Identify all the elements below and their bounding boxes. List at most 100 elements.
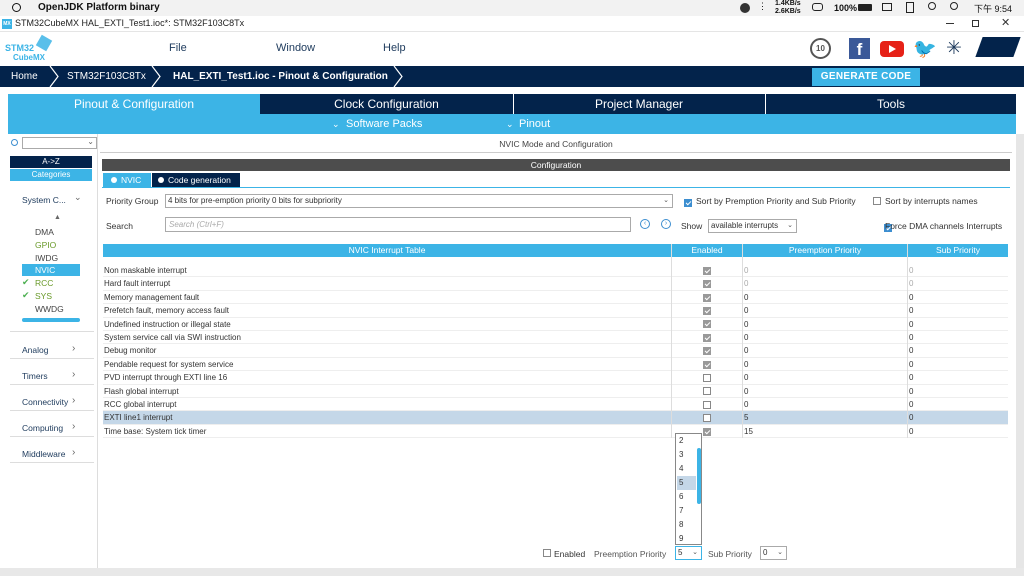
breadcrumb-home[interactable]: Home <box>11 66 38 87</box>
menu-help[interactable]: Help <box>383 42 406 54</box>
table-row[interactable]: RCC global interrupt 0 0 <box>103 398 1008 412</box>
category-search-input[interactable]: ⌄ <box>22 137 97 149</box>
subpriority-value[interactable]: 0 <box>909 398 913 411</box>
sidebar-item-sys[interactable]: SYS <box>35 291 52 301</box>
categories-button[interactable]: Categories <box>10 169 92 181</box>
network-share-icon[interactable]: ✳ <box>946 37 962 60</box>
enabled-checkbox[interactable] <box>703 427 711 436</box>
table-row[interactable]: PVD interrupt through EXTI line 16 0 0 <box>103 371 1008 385</box>
preemption-value[interactable]: 0 <box>744 358 748 371</box>
subpriority-value[interactable]: 0 <box>909 425 913 438</box>
enabled-checkbox[interactable] <box>703 374 711 383</box>
dropdown-option[interactable]: 3 <box>677 448 696 462</box>
table-row[interactable]: Hard fault interrupt 0 0 <box>103 277 1008 291</box>
table-row[interactable]: Pendable request for system service 0 0 <box>103 358 1008 372</box>
pinout-menu[interactable]: Pinout <box>519 114 550 134</box>
preemption-value[interactable]: 0 <box>744 304 748 317</box>
table-row[interactable]: Prefetch fault, memory access fault 0 0 <box>103 304 1008 318</box>
search-prev-icon[interactable]: ‹ <box>640 219 650 229</box>
sort-preempt-checkbox[interactable] <box>684 198 692 207</box>
group-system-core[interactable]: System C... <box>22 195 66 205</box>
dropdown-option[interactable]: 2 <box>677 434 696 448</box>
subpriority-value[interactable]: 0 <box>909 358 913 371</box>
dropdown-option[interactable]: 8 <box>677 518 696 532</box>
table-row[interactable]: Undefined instruction or illegal state 0 0 <box>103 318 1008 331</box>
table-row[interactable]: Non maskable interrupt 0 0 <box>103 264 1008 278</box>
sidebar-item-iwdg[interactable]: IWDG <box>35 253 58 263</box>
group-computing[interactable]: Computing <box>22 423 63 433</box>
enabled-cell[interactable] <box>703 398 717 411</box>
sidebar-item-dma[interactable]: DMA <box>35 227 54 237</box>
tab-code-generation[interactable]: Code generation <box>152 173 240 187</box>
table-row[interactable]: Memory management fault 0 0 <box>103 291 1008 305</box>
twitter-icon[interactable]: 🐦 <box>913 37 937 61</box>
enabled-checkbox[interactable] <box>703 333 711 342</box>
table-row[interactable]: Flash global interrupt 0 0 <box>103 385 1008 398</box>
subpriority-value[interactable]: 0 <box>909 264 913 277</box>
table-row[interactable]: Time base: System tick timer 15 0 <box>103 425 1008 439</box>
enabled-checkbox[interactable] <box>703 400 711 409</box>
enabled-checkbox[interactable] <box>703 307 711 316</box>
subpriority-value[interactable]: 0 <box>909 277 913 290</box>
preemption-value[interactable]: 0 <box>744 371 748 384</box>
sort-az-button[interactable]: A->Z <box>10 156 92 168</box>
enabled-checkbox[interactable] <box>703 360 711 369</box>
preemption-value[interactable]: 0 <box>744 318 748 331</box>
subpriority-value[interactable]: 0 <box>909 318 913 331</box>
subpriority-value[interactable]: 0 <box>909 385 913 398</box>
minimize-icon[interactable] <box>946 23 954 24</box>
subpriority-value[interactable]: 0 <box>909 304 913 317</box>
search-next-icon[interactable]: › <box>661 219 671 229</box>
enabled-checkbox[interactable] <box>703 387 711 396</box>
youtube-icon[interactable] <box>880 41 904 57</box>
preemption-value[interactable]: 0 <box>744 264 748 277</box>
facebook-icon[interactable]: f <box>849 38 870 59</box>
enabled-cell[interactable] <box>703 425 717 438</box>
user-icon[interactable] <box>950 2 958 10</box>
preemption-value[interactable]: 0 <box>744 291 748 304</box>
preemption-value[interactable]: 0 <box>744 344 748 357</box>
enabled-cell[interactable] <box>703 371 717 384</box>
enabled-cell[interactable] <box>703 358 717 371</box>
sidebar-item-wwdg[interactable]: WWDG <box>35 304 64 314</box>
preemption-value[interactable]: 0 <box>744 385 748 398</box>
preemption-dropdown-list[interactable]: 23456789 <box>675 433 702 545</box>
group-timers[interactable]: Timers <box>22 371 48 381</box>
subpriority-value[interactable]: 0 <box>909 344 913 357</box>
st-logo-icon[interactable] <box>975 37 1021 57</box>
enabled-checkbox[interactable] <box>703 266 711 275</box>
dropdown-option[interactable]: 5 <box>677 476 696 490</box>
menu-window[interactable]: Window <box>276 42 315 54</box>
subpriority-value[interactable]: 0 <box>909 291 913 304</box>
search-input[interactable]: Search (Ctrl+F) <box>165 217 631 232</box>
close-icon[interactable]: ✕ <box>1001 16 1010 29</box>
enabled-cell[interactable] <box>703 411 717 424</box>
preemption-value[interactable]: 5 <box>744 411 748 424</box>
preemption-value[interactable]: 0 <box>744 398 748 411</box>
sidebar-item-rcc[interactable]: RCC <box>35 278 53 288</box>
subpriority-value[interactable]: 0 <box>909 371 913 384</box>
enabled-checkbox[interactable] <box>703 320 711 329</box>
enabled-cell[interactable] <box>703 344 717 357</box>
scroll-up-icon[interactable]: ▲ <box>54 214 61 221</box>
enabled-checkbox[interactable] <box>703 293 711 302</box>
dropdown-option[interactable]: 9 <box>677 532 696 546</box>
subpriority-value[interactable]: 0 <box>909 411 913 424</box>
tab-project-manager[interactable]: Project Manager <box>513 94 764 114</box>
preemption-value[interactable]: 15 <box>744 425 753 438</box>
enabled-cell[interactable] <box>703 385 717 398</box>
subpriority-value[interactable]: 0 <box>909 331 913 344</box>
preemption-value[interactable]: 0 <box>744 277 748 290</box>
breadcrumb-mcu[interactable]: STM32F103C8Tx <box>67 66 146 87</box>
breadcrumb-project[interactable]: HAL_EXTI_Test1.ioc - Pinout & Configurat… <box>173 66 388 87</box>
software-packs-menu[interactable]: Software Packs <box>346 114 422 134</box>
footer-preempt-select[interactable]: 5 ⌄ <box>675 546 702 560</box>
enabled-checkbox[interactable] <box>703 280 711 289</box>
group-middleware[interactable]: Middleware <box>22 449 65 459</box>
enabled-cell[interactable] <box>703 264 717 277</box>
enabled-cell[interactable] <box>703 318 717 331</box>
enabled-cell[interactable] <box>703 304 717 317</box>
footer-sub-select[interactable]: 0 ⌄ <box>760 546 787 560</box>
sort-names-checkbox[interactable] <box>873 197 881 205</box>
sidebar-item-gpio[interactable]: GPIO <box>35 240 56 250</box>
